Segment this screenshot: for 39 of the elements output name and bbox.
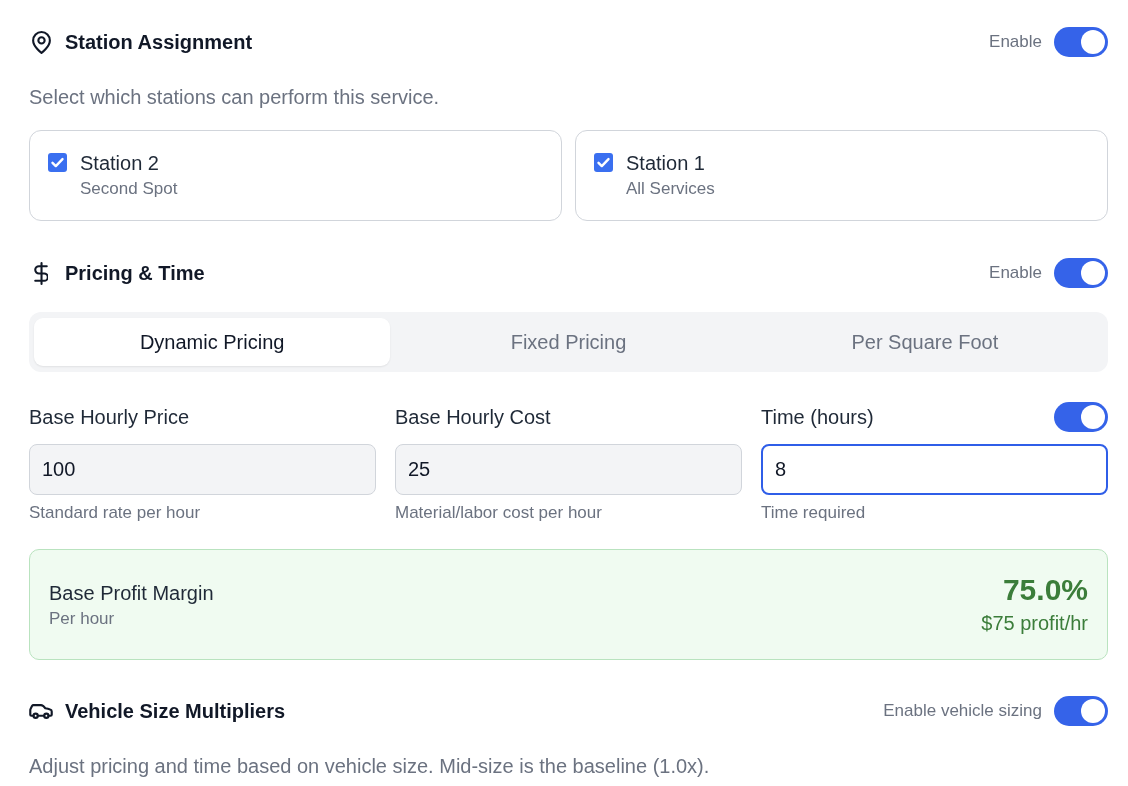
number-input[interactable]: 25 [395, 444, 742, 495]
toggle-label: Enable vehicle sizing [883, 701, 1042, 721]
section-description: Adjust pricing and time based on vehicle size. Mid-size is the baseline (1.0x). [29, 754, 711, 778]
toggle-switch[interactable] [1054, 696, 1108, 726]
station-subtitle: Second Spot [80, 178, 178, 200]
station-subtitle: All Services [626, 178, 715, 200]
pricing-tab[interactable]: Fixed Pricing [390, 318, 747, 366]
field-hint: Material/labor cost per hour [395, 503, 603, 523]
section-description: Select which stations can perform this service. [29, 85, 441, 109]
toggle-switch[interactable] [1054, 402, 1108, 432]
station-name: Station 1 [626, 151, 706, 176]
pricing-tab[interactable]: Per Square Foot [746, 318, 1103, 366]
toggle-label: Enable [989, 263, 1042, 283]
section-title: Pricing & Time [65, 261, 205, 285]
pricing-tab[interactable]: Dynamic Pricing [34, 318, 391, 366]
field-label: Time (hours) [761, 405, 874, 429]
station-card[interactable]: Station 1 All Services [575, 130, 1108, 221]
profit-amount: $75 profit/hr [981, 611, 1088, 636]
checkbox[interactable] [594, 153, 613, 172]
station-card[interactable]: Station 2 Second Spot [29, 130, 562, 221]
toggle-label: Enable [989, 32, 1042, 52]
number-input[interactable]: 8 [761, 444, 1108, 495]
field-hint: Standard rate per hour [29, 503, 202, 523]
section-title: Station Assignment [65, 30, 253, 54]
map-pin-icon [31, 30, 51, 54]
toggle-switch[interactable] [1054, 258, 1108, 288]
toggle-switch[interactable] [1054, 27, 1108, 57]
car-icon [29, 703, 53, 719]
station-name: Station 2 [80, 151, 160, 176]
number-input[interactable]: 100 [29, 444, 376, 495]
profit-title: Base Profit Margin [49, 580, 214, 606]
profit-subtitle: Per hour [49, 607, 116, 630]
field-label: Base Hourly Price [29, 405, 190, 429]
dollar-sign-icon [34, 261, 48, 285]
profit-percent: 75.0% [1002, 573, 1088, 607]
section-title: Vehicle Size Multipliers [65, 699, 286, 723]
field-hint: Time required [761, 503, 867, 523]
field-label: Base Hourly Cost [395, 405, 551, 429]
checkbox[interactable] [48, 153, 67, 172]
